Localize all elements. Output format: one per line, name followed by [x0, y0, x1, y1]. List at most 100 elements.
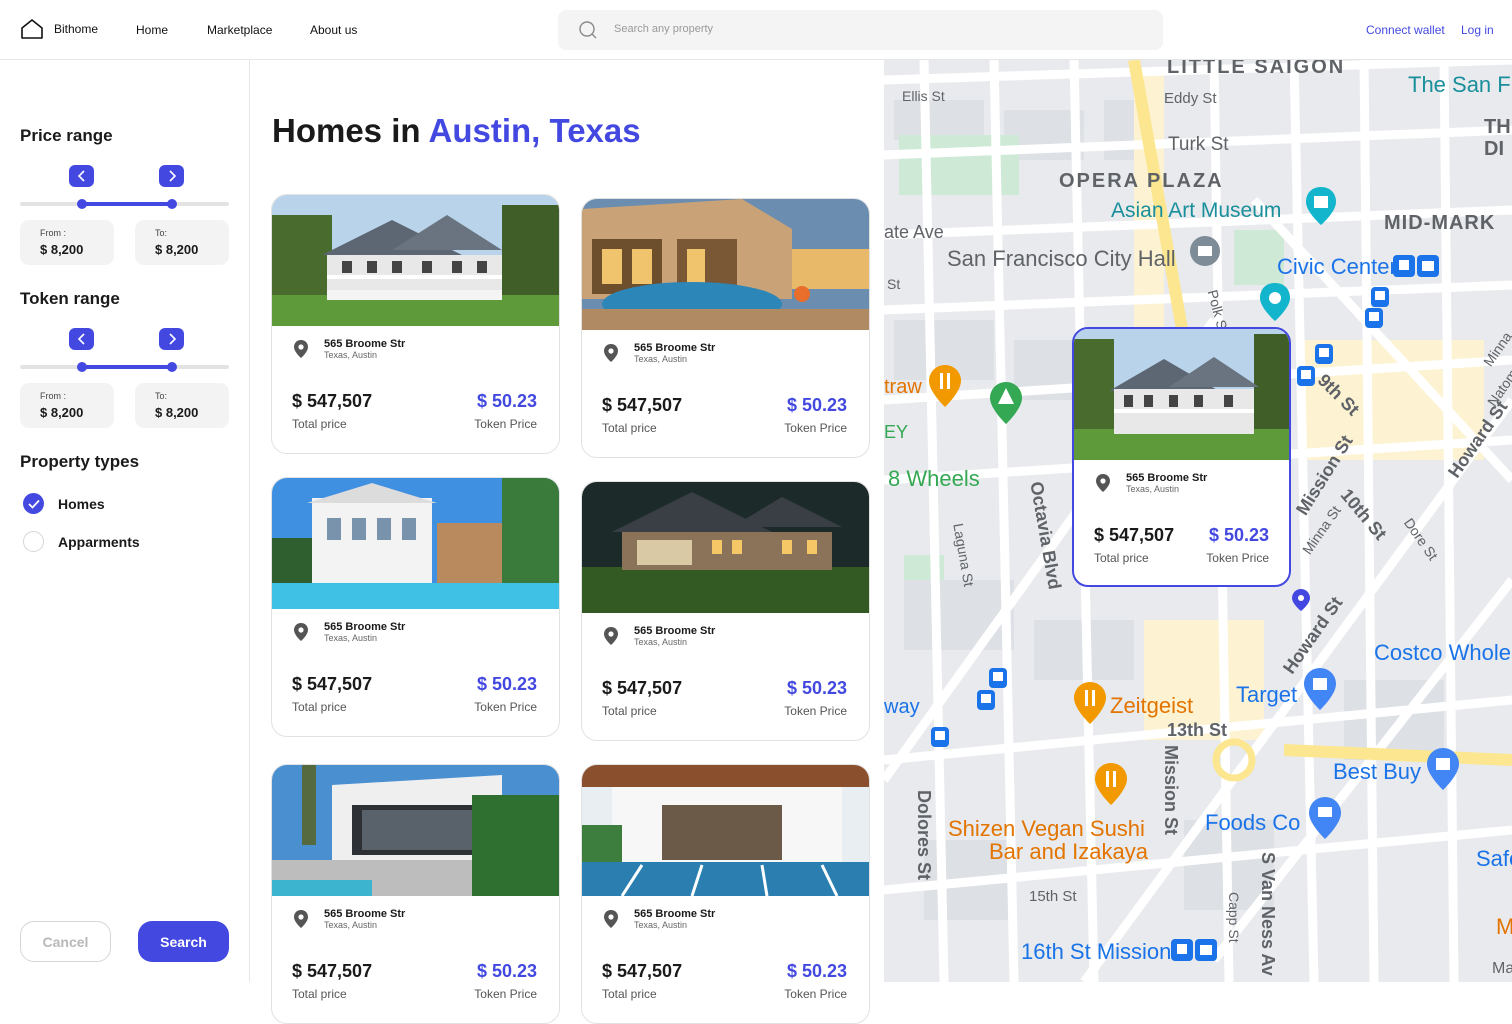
property-type-label: Homes — [58, 495, 105, 512]
bus-stop-icon — [931, 727, 949, 747]
cancel-button[interactable]: Cancel — [20, 921, 111, 962]
map-label: Turk St — [1168, 134, 1229, 155]
checkbox-checked[interactable] — [23, 493, 44, 514]
property-card[interactable]: 565 Broome Str Texas, Austin $ 547,507 $… — [271, 477, 560, 737]
token-max-arrow-button[interactable] — [159, 328, 184, 350]
brand-logo[interactable]: Bithome — [20, 18, 98, 40]
map-label: Target — [1236, 682, 1298, 707]
total-price: $ 547,507 — [292, 391, 373, 411]
chevron-right-icon — [168, 333, 176, 345]
map-view[interactable]: LITTLE SAIGON The San F Ellis St Eddy St… — [884, 60, 1512, 982]
price-min-handle[interactable] — [77, 199, 87, 209]
nav-marketplace[interactable]: Marketplace — [207, 23, 272, 37]
login-link[interactable]: Log in — [1461, 23, 1494, 37]
token-to-label: To: — [155, 391, 168, 401]
map-label: Ellis St — [902, 88, 945, 104]
bus-stop-icon — [1371, 287, 1389, 307]
token-price-label: Token Price — [474, 417, 537, 431]
city-hall-icon — [1190, 236, 1220, 266]
price-to-field[interactable]: To: $ 8,200 — [135, 220, 229, 265]
total-price: $ 547,507 — [602, 395, 683, 415]
price-max-arrow-button[interactable] — [159, 165, 184, 187]
search-input[interactable]: Search any property — [614, 23, 713, 35]
property-card[interactable]: 565 Broome Str Texas, Austin $ 547,507 $… — [271, 194, 560, 454]
title-prefix: Homes in — [272, 112, 429, 149]
token-range-slider[interactable] — [20, 362, 229, 372]
token-price: $ 50.23 — [476, 391, 537, 411]
price-to-value: $ 8,200 — [155, 242, 199, 257]
total-price-label: Total price — [292, 987, 347, 1001]
property-type-homes[interactable]: Homes — [23, 493, 105, 514]
total-price-label: Total price — [292, 700, 347, 714]
token-price: $ 50.23 — [1208, 525, 1269, 545]
property-address: 565 Broome Str — [634, 342, 716, 354]
token-from-value: $ 8,200 — [40, 405, 84, 420]
property-photo — [582, 199, 869, 330]
map-label: San Francisco City Hall — [947, 246, 1176, 271]
checkbox-unchecked[interactable] — [23, 531, 44, 552]
map-label: Zeitgeist — [1110, 693, 1194, 718]
token-price-label: Token Price — [784, 421, 847, 435]
property-card[interactable]: 565 Broome Str Texas, Austin $ 547,507 $… — [581, 481, 870, 741]
map-label: Capp St — [1226, 892, 1242, 943]
price-from-value: $ 8,200 — [40, 242, 84, 257]
price-min-arrow-button[interactable] — [69, 165, 94, 187]
map-label: Safe — [1476, 846, 1512, 871]
property-address: 565 Broome Str — [324, 621, 406, 633]
search-bar[interactable]: Search any property — [558, 10, 1163, 50]
property-card[interactable]: 565 Broome Str Texas, Austin $ 547,507 $… — [581, 764, 870, 1024]
shopping-icon — [1304, 668, 1336, 710]
token-max-handle[interactable] — [167, 362, 177, 372]
price-from-field[interactable]: From : $ 8,200 — [20, 220, 114, 265]
map-label: 13th St — [1167, 720, 1228, 740]
property-city: Texas, Austin — [324, 633, 378, 643]
cafe-icon — [1095, 763, 1127, 805]
property-card[interactable]: 565 Broome Str Texas, Austin $ 547,507 $… — [271, 764, 560, 1024]
total-price-label: Total price — [602, 704, 657, 718]
map-label: The San F — [1408, 72, 1511, 97]
token-from-field[interactable]: From : $ 8,200 — [20, 383, 114, 428]
bus-stop-icon — [977, 690, 995, 710]
token-price-label: Token Price — [474, 700, 537, 714]
total-price-label: Total price — [602, 987, 657, 1001]
nav-home[interactable]: Home — [136, 23, 168, 37]
total-price-label: Total price — [1094, 551, 1149, 565]
price-from-label: From : — [40, 228, 66, 238]
map-label: 16th St Mission — [1021, 939, 1172, 964]
property-types-title: Property types — [20, 452, 140, 471]
map-label: Best Buy — [1333, 759, 1422, 784]
token-min-handle[interactable] — [77, 362, 87, 372]
check-icon — [27, 499, 40, 509]
property-city: Texas, Austin — [634, 920, 688, 930]
location-pin-icon — [1096, 474, 1110, 492]
bus-stop-icon — [1365, 308, 1383, 328]
map-label: St — [887, 276, 901, 292]
top-nav: Bithome Home Marketplace About us Search… — [0, 0, 1512, 60]
map-label: LITTLE SAIGON — [1167, 60, 1346, 78]
token-to-field[interactable]: To: $ 8,200 — [135, 383, 229, 428]
shopping-bag-icon — [1427, 748, 1459, 790]
location-pin-icon — [294, 623, 308, 641]
map-property-popup[interactable]: 565 Broome Str Texas, Austin $ 547,507 $… — [1072, 327, 1291, 587]
token-price: $ 50.23 — [786, 961, 847, 981]
property-type-label: Apparments — [58, 533, 140, 550]
token-price-label: Token Price — [474, 987, 537, 1001]
house-icon — [21, 19, 43, 39]
filter-sidebar: Price range From : $ 8,200 To: $ 8,200 T… — [0, 60, 250, 982]
property-city: Texas, Austin — [324, 920, 378, 930]
price-max-handle[interactable] — [167, 199, 177, 209]
connect-wallet-link[interactable]: Connect wallet — [1366, 23, 1445, 37]
token-min-arrow-button[interactable] — [69, 328, 94, 350]
search-button[interactable]: Search — [138, 921, 229, 962]
map-pin-icon — [1292, 589, 1310, 611]
property-type-apartments[interactable]: Apparments — [23, 531, 140, 552]
property-city: Texas, Austin — [324, 350, 378, 360]
total-price: $ 547,507 — [602, 678, 683, 698]
nav-about[interactable]: About us — [310, 23, 357, 37]
total-price: $ 547,507 — [1094, 525, 1175, 545]
bus-stop-icon — [1297, 366, 1315, 386]
bar-icon — [1074, 682, 1106, 724]
property-card[interactable]: 565 Broome Str Texas, Austin $ 547,507 $… — [581, 198, 870, 458]
map-label: Eddy St — [1164, 90, 1217, 107]
price-range-slider[interactable] — [20, 199, 229, 209]
